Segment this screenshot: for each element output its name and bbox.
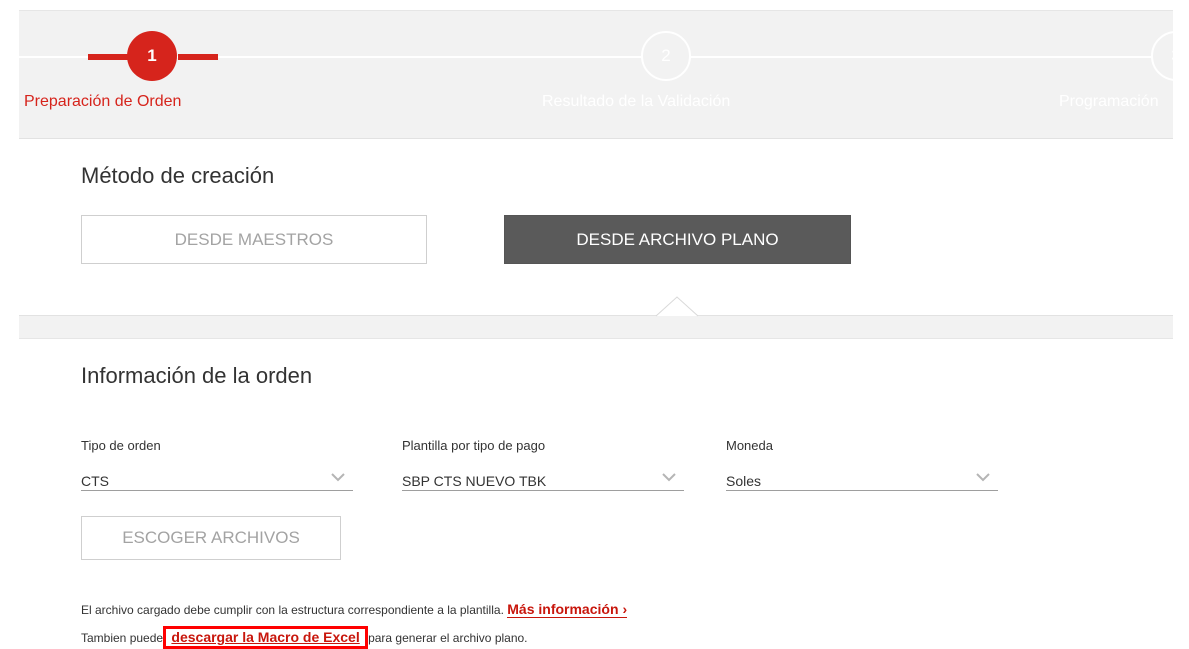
order-stepper: 1 Preparación de Orden 2 Resultado de la… <box>19 10 1173 139</box>
chevron-down-icon <box>976 473 990 482</box>
macro-note-suffix: para generar el archivo plano. <box>368 631 528 645</box>
step-2-label[interactable]: Resultado de la Validación <box>542 93 730 111</box>
chevron-right-icon: › <box>622 601 628 617</box>
method-title: Método de creación <box>81 163 275 188</box>
step-1-accent-left <box>88 54 128 60</box>
payment-template-select[interactable]: SBP CTS NUEVO TBK <box>402 470 684 491</box>
currency-value: Soles <box>726 473 762 489</box>
more-info-link[interactable]: Más información › <box>507 601 628 618</box>
more-info-link-label: Más información <box>507 601 619 617</box>
payment-template-value: SBP CTS NUEVO TBK <box>402 473 547 489</box>
order-info-title: Información de la orden <box>81 363 313 388</box>
currency-select[interactable]: Soles <box>726 470 998 491</box>
macro-note-prefix: Tambien puede <box>81 631 164 645</box>
step-2-circle[interactable]: 2 <box>641 31 691 81</box>
step-1-label[interactable]: Preparación de Orden <box>24 93 181 111</box>
template-structure-text: El archivo cargado debe cumplir con la e… <box>81 603 504 617</box>
step-1-accent-right <box>178 54 218 60</box>
currency-label: Moneda <box>726 438 773 453</box>
step-1-circle[interactable]: 1 <box>127 31 177 81</box>
chevron-down-icon <box>331 473 345 482</box>
order-type-label: Tipo de orden <box>81 438 161 453</box>
template-structure-note: El archivo cargado debe cumplir con la e… <box>81 601 628 618</box>
from-flat-file-button[interactable]: DESDE ARCHIVO PLANO <box>504 215 851 264</box>
choose-files-button[interactable]: ESCOGER ARCHIVOS <box>81 516 341 560</box>
step-3-label[interactable]: Programación <box>1059 93 1159 111</box>
order-type-value: CTS <box>81 473 109 489</box>
order-type-select[interactable]: CTS <box>81 470 353 491</box>
chevron-down-icon <box>662 473 676 482</box>
download-macro-link[interactable]: descargar la Macro de Excel <box>171 629 359 645</box>
section-separator <box>19 315 1173 339</box>
step-3-circle[interactable]: 3 <box>1151 31 1173 81</box>
payment-template-label: Plantilla por tipo de pago <box>402 438 546 453</box>
from-masters-button[interactable]: DESDE MAESTROS <box>81 215 427 264</box>
